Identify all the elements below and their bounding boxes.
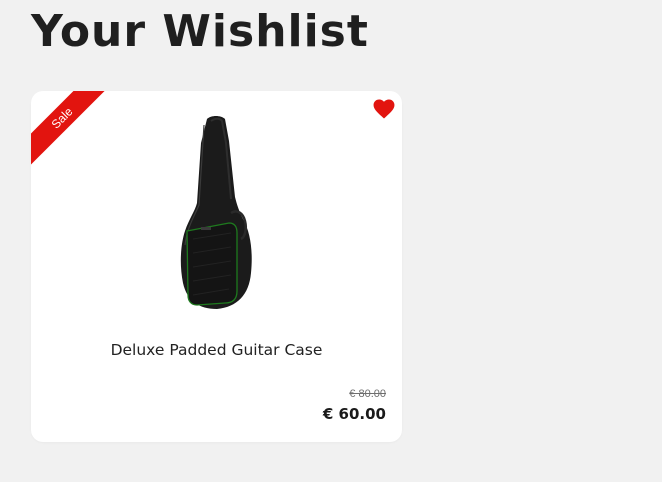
sale-price: € 60.00 bbox=[322, 405, 386, 423]
page-title: Your Wishlist bbox=[31, 6, 369, 57]
sale-ribbon: Sale bbox=[31, 91, 111, 171]
guitar-case-image[interactable] bbox=[171, 113, 261, 313]
original-price: € 80.00 bbox=[349, 388, 386, 400]
sale-badge-label: Sale bbox=[31, 91, 111, 168]
product-name[interactable]: Deluxe Padded Guitar Case bbox=[31, 341, 402, 359]
wishlist-product-card[interactable]: Sale Deluxe Padded Guitar Case € 80.00 €… bbox=[31, 91, 402, 442]
heart-icon[interactable] bbox=[373, 99, 395, 119]
